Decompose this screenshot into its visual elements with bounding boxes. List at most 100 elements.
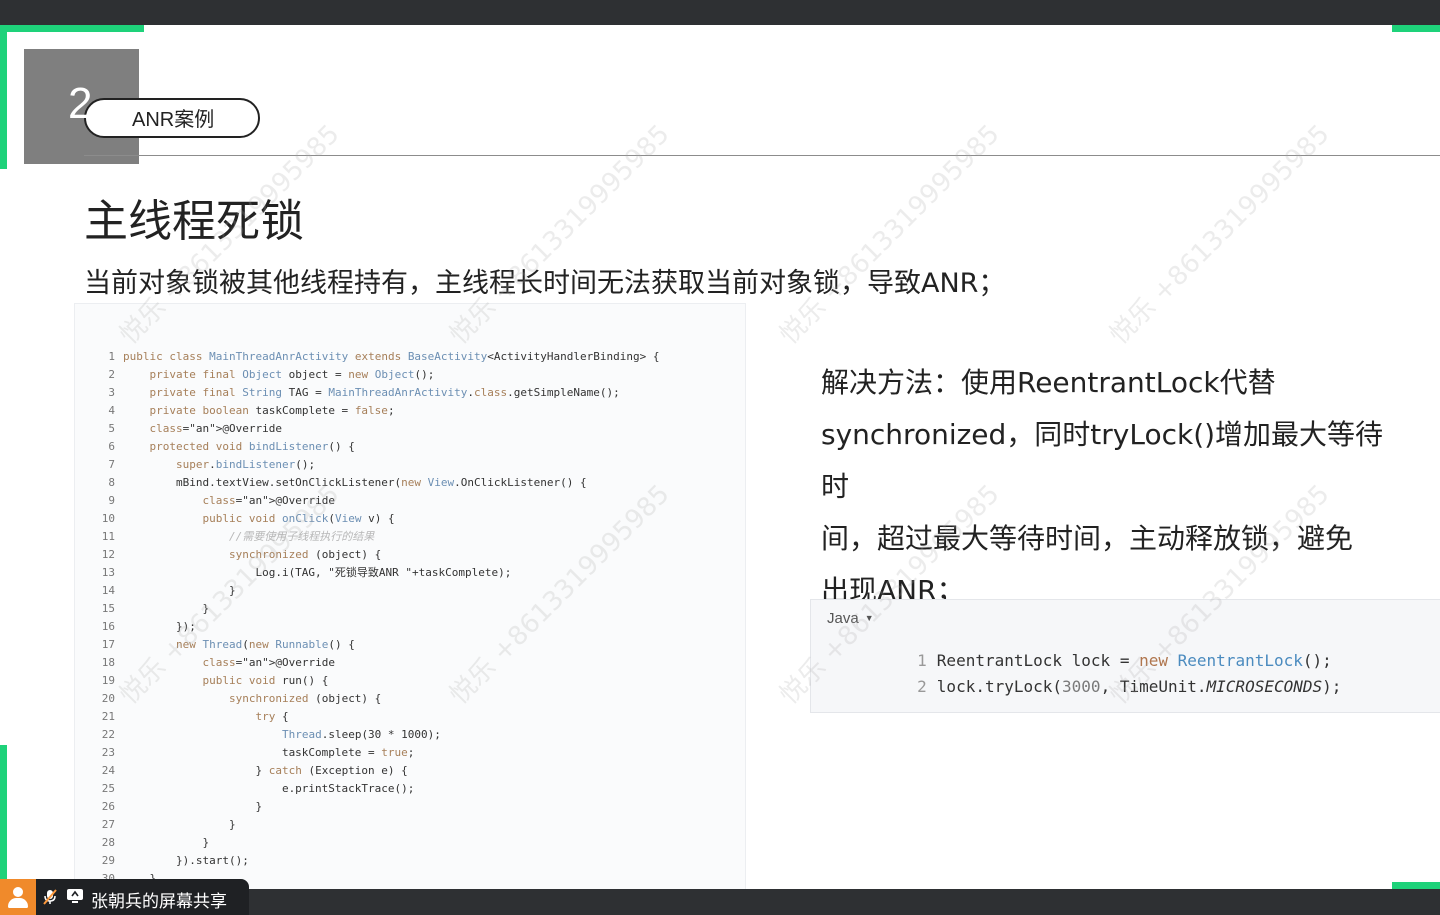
line-number: 24 [101,764,115,777]
code-line: 4 private boolean taskComplete = false; [75,402,395,420]
screen-share-tag[interactable]: 张朝兵的屏幕共享 [0,879,249,915]
code-text: class="an">@Override [202,656,335,669]
code-text: taskComplete = true; [123,746,415,759]
caret-down-icon: ▼ [864,613,874,623]
code-text: new Thread(new Runnable() { [175,638,355,651]
java-code-text: lock.tryLock(3000, TimeUnit.MICROSECONDS… [936,677,1342,696]
code-line: 15 } [75,600,209,618]
code-line: 7 super.bindListener(); [75,456,315,474]
accent-bar-top-right [1392,25,1440,32]
code-text: } [123,584,236,597]
code-text: } [123,836,210,849]
code-line: 14 } [75,582,236,600]
code-text: Thread.sleep(30 * 1000); [281,728,441,741]
solution-line: 解决方法：使用ReentrantLock代替 [821,366,1276,399]
code-listing: 1 public class MainThreadAnrActivity exte… [74,303,746,889]
java-code-block: Java ▼ 1 ReentrantLock lock = new Reentran… [810,599,1440,713]
screen-share-icon [67,889,83,903]
line-number: 22 [101,728,115,741]
watermark-text: 悦乐 +8613319995985 [1104,119,1336,351]
code-text: class="an">@Override [202,494,335,507]
header-divider [84,155,1440,156]
code-line: 19 public void run() { [75,672,329,690]
line-number: 5 [108,422,115,435]
line-number: 18 [101,656,115,669]
code-text: super.bindListener(); [175,458,316,471]
code-text: } [123,818,236,831]
code-line: 8 mBind.textView.setOnClickListener(new … [75,474,587,492]
code-line: 10 public void onClick(View v) { [75,510,395,528]
code-text: } [123,800,263,813]
line-number: 23 [101,746,115,759]
line-number: 15 [101,602,115,615]
solution-line: synchronized，同时tryLock()增加最大等待时 [821,418,1384,503]
accent-bar-bottom-left [0,745,7,889]
line-number: 12 [101,548,115,561]
code-line: 20 synchronized (object) { [75,690,382,708]
code-text: private boolean taskComplete = false; [149,404,395,417]
code-text: } [123,602,210,615]
code-line: 16 }); [75,618,196,636]
accent-bar-bottom-right [1392,882,1440,889]
code-text: public void onClick(View v) { [202,512,395,525]
code-text: synchronized (object) { [228,548,382,561]
slide-subtitle: 当前对象锁被其他线程持有，主线程长时间无法获取当前对象锁，导致ANR； [84,268,1006,299]
code-line: 18 class="an">@Override [75,654,335,672]
code-line: 23 taskComplete = true; [75,744,415,762]
code-text: try { [255,710,289,723]
code-line: 28 } [75,834,209,852]
line-number: 29 [101,854,115,867]
user-avatar-icon [0,879,36,915]
solution-line: 间，超过最大等待时间，主动释放锁，避免 [821,522,1354,555]
code-text: } catch (Exception e) { [123,764,408,777]
line-number: 21 [101,710,115,723]
code-line: 2 private final Object object = new Obje… [75,366,434,384]
line-number: 28 [101,836,115,849]
line-number: 17 [101,638,115,651]
line-number: 10 [101,512,115,525]
line-number: 6 [108,440,115,453]
code-line: 21 try { [75,708,289,726]
code-line: 29 }).start(); [75,852,249,870]
top-window-bar [0,0,1440,25]
watermark-text: 悦乐 +8613319995985 [774,119,1006,351]
language-label: Java [827,610,859,627]
mic-muted-icon[interactable] [42,889,58,905]
code-text: public void run() { [202,674,329,687]
line-number: 16 [101,620,115,633]
language-selector[interactable]: Java ▼ [827,610,874,627]
line-number: 14 [101,584,115,597]
code-text: private final String TAG = MainThreadAnr… [149,386,620,399]
line-number: 19 [101,674,115,687]
code-text: mBind.textView.setOnClickListener(new Vi… [123,476,587,489]
code-line: 26 } [75,798,262,816]
line-number: 20 [101,692,115,705]
code-line: 9 class="an">@Override [75,492,335,510]
code-text: private final Object object = new Object… [149,368,435,381]
section-label-pill: ANR案例 [84,98,260,138]
slide-title: 主线程死锁 [84,196,304,247]
code-line: 5 class="an">@Override [75,420,282,438]
code-text: synchronized (object) { [228,692,382,705]
line-number: 2 [917,677,927,696]
code-line: 6 protected void bindListener() { [75,438,355,456]
code-text: }); [123,620,196,633]
code-line: 12 synchronized (object) { [75,546,382,564]
line-number: 1 [108,350,115,363]
code-line: 27 } [75,816,236,834]
line-number: 25 [101,782,115,795]
line-number: 2 [108,368,115,381]
accent-bar-left [0,25,7,169]
accent-bar-top-left [0,25,144,32]
code-text: }).start(); [123,854,249,867]
code-line: 22 Thread.sleep(30 * 1000); [75,726,441,744]
code-text: class="an">@Override [149,422,282,435]
code-text: protected void bindListener() { [149,440,355,453]
line-number: 3 [108,386,115,399]
code-line: 13 Log.i(TAG, "死锁导致ANR "+taskComplete); [75,564,512,582]
code-text: e.printStackTrace(); [123,782,415,795]
solution-text: 解决方法：使用ReentrantLock代替 synchronized，同时tr… [821,357,1401,617]
line-number: 4 [108,404,115,417]
code-line: 17 new Thread(new Runnable() { [75,636,355,654]
java-code-line: 2 lock.tryLock(3000, TimeUnit.MICROSECOND… [855,658,1341,715]
